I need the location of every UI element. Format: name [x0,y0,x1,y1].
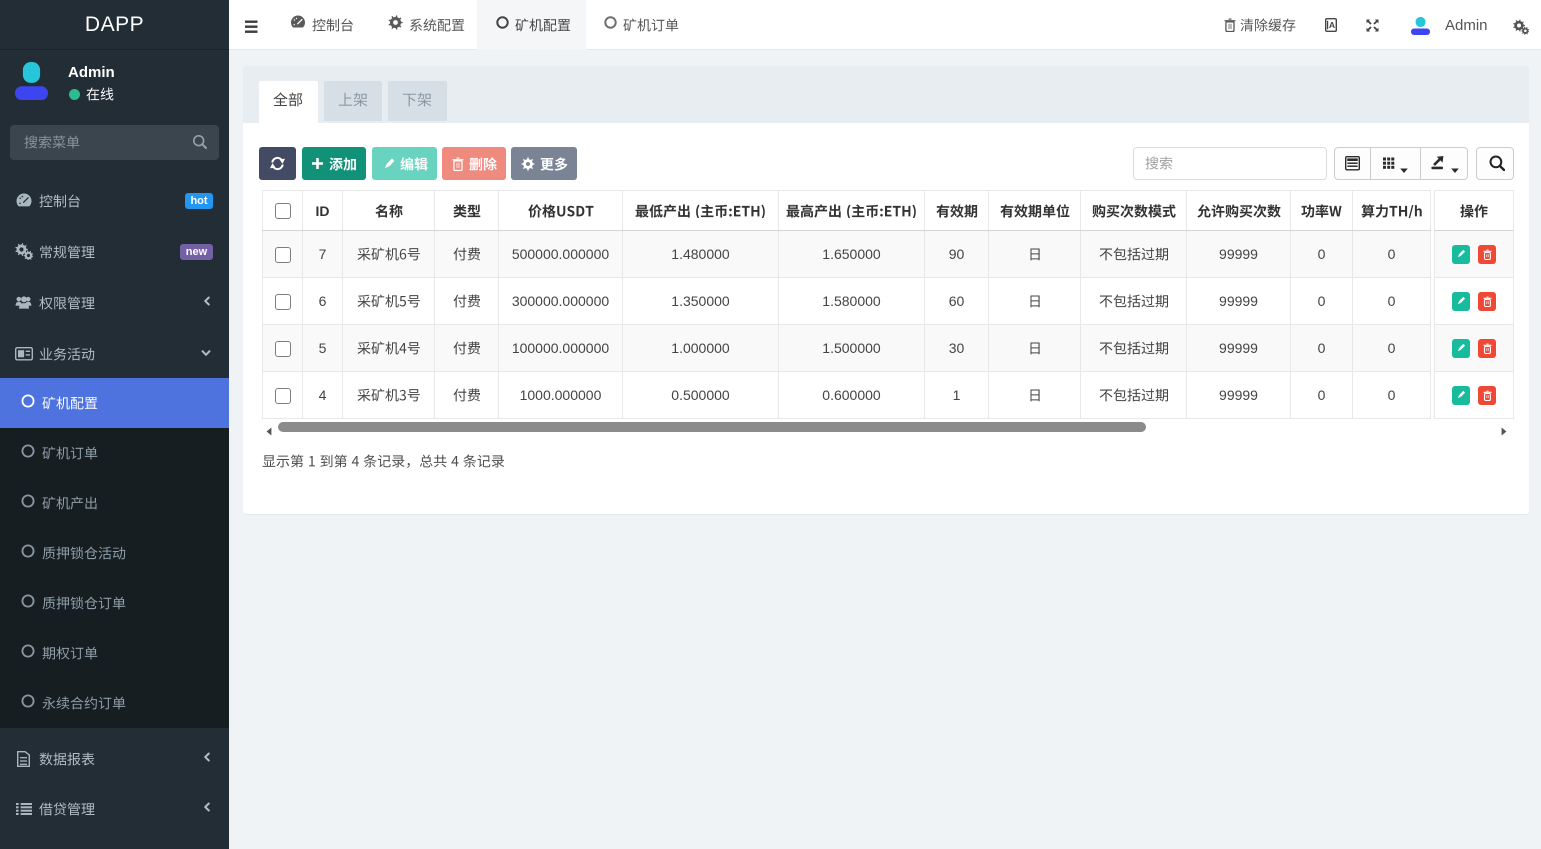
svg-text:A: A [1329,20,1336,30]
